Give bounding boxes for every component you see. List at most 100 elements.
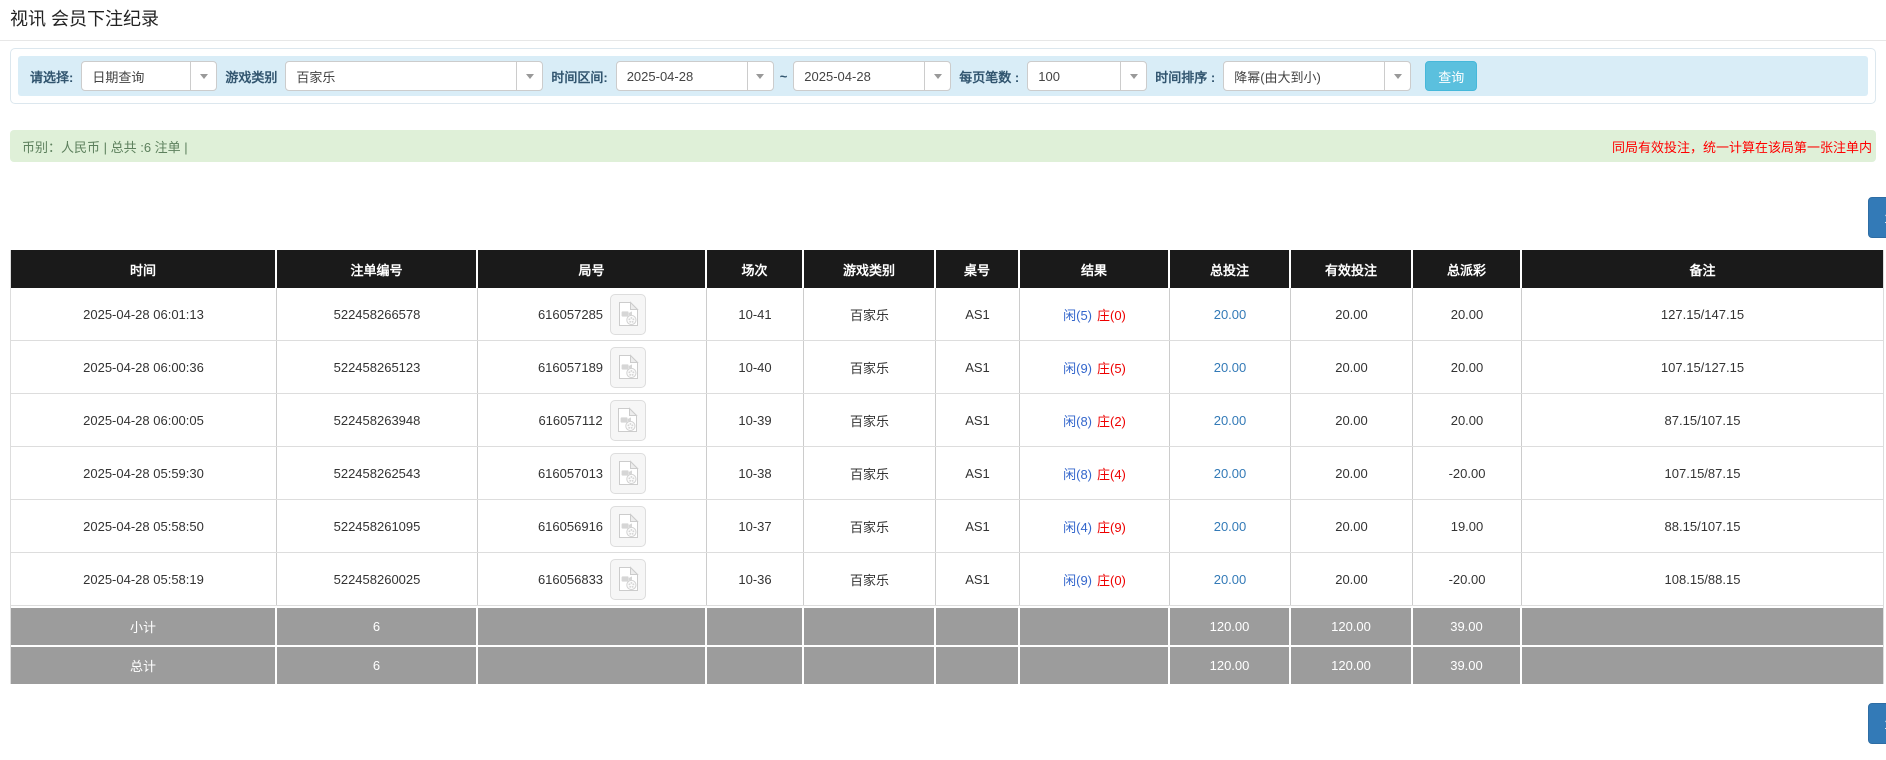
video-file-icon (618, 301, 639, 327)
round-number: 616057013 (538, 466, 603, 481)
session-number: 10-41 (707, 288, 804, 340)
col-header-table-no: 桌号 (936, 250, 1020, 288)
result-player: 闲(4) (1063, 517, 1092, 536)
result-player: 闲(5) (1063, 305, 1092, 324)
table-body: 2025-04-28 06:01:13 522458266578 6160572… (11, 288, 1883, 606)
result-banker: 庄(9) (1097, 517, 1126, 536)
col-header-valid-bet: 有效投注 (1291, 250, 1413, 288)
total-bet-link[interactable]: 20.00 (1214, 307, 1247, 322)
query-type-select[interactable]: 日期查询 (81, 61, 217, 91)
date-from-value: 2025-04-28 (617, 69, 747, 84)
game-category: 百家乐 (804, 394, 936, 446)
session-number: 10-39 (707, 394, 804, 446)
total-count: 6 (277, 647, 478, 684)
total-row: 总计 6 120.00 120.00 39.00 (11, 645, 1883, 684)
result-player: 闲(8) (1063, 464, 1092, 483)
payout: -20.00 (1413, 553, 1522, 605)
video-file-icon (617, 407, 638, 433)
session-number: 10-38 (707, 447, 804, 499)
pagination-page-1-bottom[interactable]: 1 (1868, 703, 1886, 744)
remark: 87.15/107.15 (1522, 394, 1883, 446)
game-result: 闲(4) 庄(9) (1020, 500, 1170, 552)
subtotal-row: 小计 6 120.00 120.00 39.00 (11, 606, 1883, 645)
filter-panel: 请选择: 日期查询 游戏类别 百家乐 时间区间: 2025-04-28 ~ 20… (10, 48, 1876, 104)
total-bet-link[interactable]: 20.00 (1214, 466, 1247, 481)
round-number: 616057189 (538, 360, 603, 375)
total-bet-link[interactable]: 20.00 (1214, 572, 1247, 587)
subtotal-total-bet: 120.00 (1170, 608, 1291, 645)
video-file-icon (618, 354, 639, 380)
summary-bar: 币别：人民币 | 总共 :6 注单 | 同局有效投注，统一计算在该局第一张注单内 (10, 130, 1876, 162)
video-replay-button[interactable] (610, 400, 646, 441)
table-row: 2025-04-28 05:59:30 522458262543 6160570… (11, 447, 1883, 500)
video-replay-button[interactable] (610, 559, 646, 600)
bet-time: 2025-04-28 06:00:05 (11, 394, 277, 446)
total-bet-link[interactable]: 20.00 (1214, 413, 1247, 428)
payout: 20.00 (1413, 288, 1522, 340)
bet-time: 2025-04-28 05:58:19 (11, 553, 277, 605)
bet-time: 2025-04-28 06:01:13 (11, 288, 277, 340)
table-number: AS1 (936, 288, 1020, 340)
total-total-bet: 120.00 (1170, 647, 1291, 684)
date-range-tilde: ~ (780, 69, 788, 84)
bet-number: 522458262543 (277, 447, 478, 499)
table-header-row: 时间 注单编号 局号 场次 游戏类别 桌号 结果 总投注 有效投注 总派彩 备注 (11, 250, 1883, 288)
game-category: 百家乐 (804, 288, 936, 340)
valid-bet: 20.00 (1291, 341, 1413, 393)
valid-bet: 20.00 (1291, 447, 1413, 499)
date-to-select[interactable]: 2025-04-28 (793, 61, 951, 91)
session-number: 10-36 (707, 553, 804, 605)
total-bet-link[interactable]: 20.00 (1214, 360, 1247, 375)
remark: 108.15/88.15 (1522, 553, 1883, 605)
valid-bet: 20.00 (1291, 553, 1413, 605)
col-header-result: 结果 (1020, 250, 1170, 288)
pagination-page-1-top[interactable]: 1 (1868, 197, 1886, 238)
page-size-label: 每页笔数 : (959, 67, 1019, 86)
page-header: 视讯 会员下注纪录 (0, 0, 1886, 41)
game-category: 百家乐 (804, 500, 936, 552)
subtotal-payout: 39.00 (1413, 608, 1522, 645)
bet-number: 522458261095 (277, 500, 478, 552)
search-button[interactable]: 查询 (1425, 61, 1477, 91)
chevron-down-icon (516, 62, 542, 90)
page-size-select[interactable]: 100 (1027, 61, 1147, 91)
payout: 20.00 (1413, 394, 1522, 446)
time-order-label: 时间排序 : (1155, 67, 1215, 86)
payout: -20.00 (1413, 447, 1522, 499)
date-from-select[interactable]: 2025-04-28 (616, 61, 774, 91)
valid-bet: 20.00 (1291, 288, 1413, 340)
valid-bet-notice: 同局有效投注，统一计算在该局第一张注单内 (1612, 137, 1872, 156)
chevron-down-icon (924, 62, 950, 90)
video-replay-button[interactable] (610, 453, 646, 494)
currency-total-text: 币别：人民币 | 总共 :6 注单 | (22, 137, 188, 156)
total-payout: 39.00 (1413, 647, 1522, 684)
bet-number: 522458265123 (277, 341, 478, 393)
game-category-select[interactable]: 百家乐 (285, 61, 543, 91)
table-number: AS1 (936, 394, 1020, 446)
bet-number: 522458263948 (277, 394, 478, 446)
game-result: 闲(9) 庄(5) (1020, 341, 1170, 393)
table-number: AS1 (936, 553, 1020, 605)
total-bet-link[interactable]: 20.00 (1214, 519, 1247, 534)
result-banker: 庄(2) (1097, 411, 1126, 430)
video-replay-button[interactable] (610, 294, 646, 335)
video-replay-button[interactable] (610, 506, 646, 547)
time-order-select[interactable]: 降幂(由大到小) (1223, 61, 1411, 91)
date-to-value: 2025-04-28 (794, 69, 924, 84)
bet-time: 2025-04-28 05:58:50 (11, 500, 277, 552)
chevron-down-icon (747, 62, 773, 90)
video-replay-button[interactable] (610, 347, 646, 388)
col-header-game: 游戏类别 (804, 250, 936, 288)
video-file-icon (618, 513, 639, 539)
col-header-session: 场次 (707, 250, 804, 288)
subtotal-label: 小计 (11, 608, 277, 645)
table-row: 2025-04-28 06:01:13 522458266578 6160572… (11, 288, 1883, 341)
payout: 19.00 (1413, 500, 1522, 552)
video-file-icon (618, 566, 639, 592)
round-number: 616057112 (538, 413, 602, 428)
game-category: 百家乐 (804, 447, 936, 499)
round-number: 616056916 (538, 519, 603, 534)
round-number-cell: 616057013 (478, 447, 707, 499)
total-label: 总计 (11, 647, 277, 684)
time-range-label: 时间区间: (551, 67, 607, 86)
